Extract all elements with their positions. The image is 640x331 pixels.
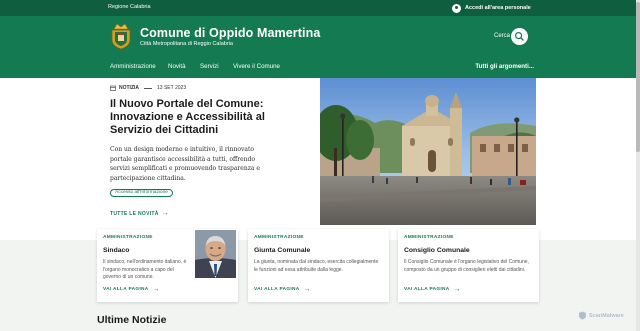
- card-link-label: VAI ALLA PAGINA: [103, 287, 149, 292]
- watermark: ScanMalware: [578, 311, 624, 320]
- mayor-portrait: [195, 230, 236, 278]
- card-description-line: l'organo monocratico a capo del: [103, 266, 174, 273]
- card-title[interactable]: Giunta Comunale: [254, 247, 310, 254]
- card-sindaco[interactable]: AMMINISTRAZIONE Sindaco Il sindaco, nell…: [97, 229, 238, 302]
- card-link[interactable]: VAI ALLA PAGINA →: [404, 286, 461, 293]
- card-description: Il Consiglio Comunale è l'organo legisla…: [404, 259, 529, 274]
- card-description-line: governo di un comune.: [103, 274, 154, 280]
- card-link-label: VAI ALLA PAGINA: [404, 287, 450, 292]
- meta-divider: [144, 87, 152, 89]
- municipal-crest-icon[interactable]: [110, 23, 132, 50]
- section-title: Ultime Notizie: [97, 314, 167, 326]
- nav-item-vivere-il-comune[interactable]: Vivere il Comune: [233, 63, 280, 70]
- card-description-line: Il Consiglio Comunale è l'organo legisla…: [404, 259, 529, 265]
- news-category: NOTIZIA: [119, 85, 139, 91]
- all-news-link[interactable]: TUTTE LE NOVITÀ →: [110, 210, 169, 217]
- search-label: Cerca: [494, 33, 511, 39]
- all-news-label: TUTTE LE NOVITÀ: [110, 210, 159, 217]
- hero-news: NOTIZIA 13 SET 2023 Il Nuovo Portale del…: [0, 78, 640, 240]
- site-title[interactable]: Comune di Oppido Mamertina: [140, 26, 320, 40]
- card-kicker: AMMINISTRAZIONE: [254, 235, 304, 240]
- arrow-right-icon: →: [453, 286, 461, 293]
- page-scrollbar[interactable]: [636, 0, 640, 331]
- search-icon: [514, 31, 524, 41]
- shield-icon: [579, 311, 586, 320]
- card-link[interactable]: VAI ALLA PAGINA →: [103, 286, 160, 293]
- nav-item-servizi[interactable]: Servizi: [200, 63, 219, 70]
- card-description-line: Il sindaco, nell'ordinamento italiano, è: [103, 259, 187, 265]
- news-meta: NOTIZIA 13 SET 2023: [110, 85, 186, 91]
- card-description-line: composto da un gruppo di consiglieri ele…: [404, 266, 526, 273]
- arrow-right-icon: →: [152, 286, 160, 293]
- user-icon: [452, 3, 461, 13]
- card-link[interactable]: VAI ALLA PAGINA →: [254, 286, 311, 293]
- watermark-label: ScanMalware: [589, 312, 624, 319]
- card-giunta-comunale[interactable]: AMMINISTRAZIONE Giunta Comunale La giunt…: [248, 229, 389, 302]
- calendar-icon: [110, 85, 116, 91]
- card-description-line: La giunta, nominata dal sindaco, esercit…: [254, 259, 379, 265]
- slim-header: Regione Calabria Accedi all'area persona…: [0, 0, 640, 16]
- card-kicker: AMMINISTRAZIONE: [103, 235, 153, 240]
- search-button[interactable]: [511, 28, 528, 45]
- card-description-line: le funzioni ad essa attribuite dalla leg…: [254, 266, 343, 273]
- news-date: 13 SET 2023: [157, 85, 187, 91]
- nav-item-novita[interactable]: Novità: [168, 63, 186, 70]
- news-summary: Con un design moderno e intuitivo, il ri…: [110, 146, 260, 182]
- center-header: Comune di Oppido Mamertina Città Metropo…: [0, 16, 640, 58]
- arrow-right-icon: →: [303, 286, 311, 293]
- card-title[interactable]: Consiglio Comunale: [404, 247, 470, 254]
- card-description: Il sindaco, nell'ordinamento italiano, è…: [103, 259, 186, 282]
- news-title[interactable]: Il Nuovo Portale del Comune: Innovazione…: [110, 98, 310, 137]
- site-subtitle: Città Metropolitana di Reggio Calabria: [140, 41, 233, 47]
- card-description: La giunta, nominata dal sindaco, esercit…: [254, 259, 378, 274]
- login-button[interactable]: Accedi all'area personale: [452, 3, 531, 13]
- card-title[interactable]: Sindaco: [103, 247, 129, 254]
- nav-item-amministrazione[interactable]: Amministrazione: [110, 63, 156, 70]
- scrollbar-thumb[interactable]: [636, 2, 640, 152]
- card-kicker: AMMINISTRAZIONE: [404, 235, 454, 240]
- town-square-photo: [320, 78, 536, 225]
- nav-all-topics[interactable]: Tutti gli argomenti...: [475, 63, 534, 70]
- card-link-label: VAI ALLA PAGINA: [254, 287, 300, 292]
- arrow-right-icon: →: [161, 210, 169, 217]
- main-nav: Amministrazione Novità Servizi Vivere il…: [0, 58, 640, 78]
- region-link[interactable]: Regione Calabria: [108, 4, 151, 10]
- topic-chip[interactable]: Accesso all'Informazione: [110, 189, 173, 197]
- login-label: Accedi all'area personale: [465, 5, 531, 11]
- card-consiglio-comunale[interactable]: AMMINISTRAZIONE Consiglio Comunale Il Co…: [398, 229, 539, 302]
